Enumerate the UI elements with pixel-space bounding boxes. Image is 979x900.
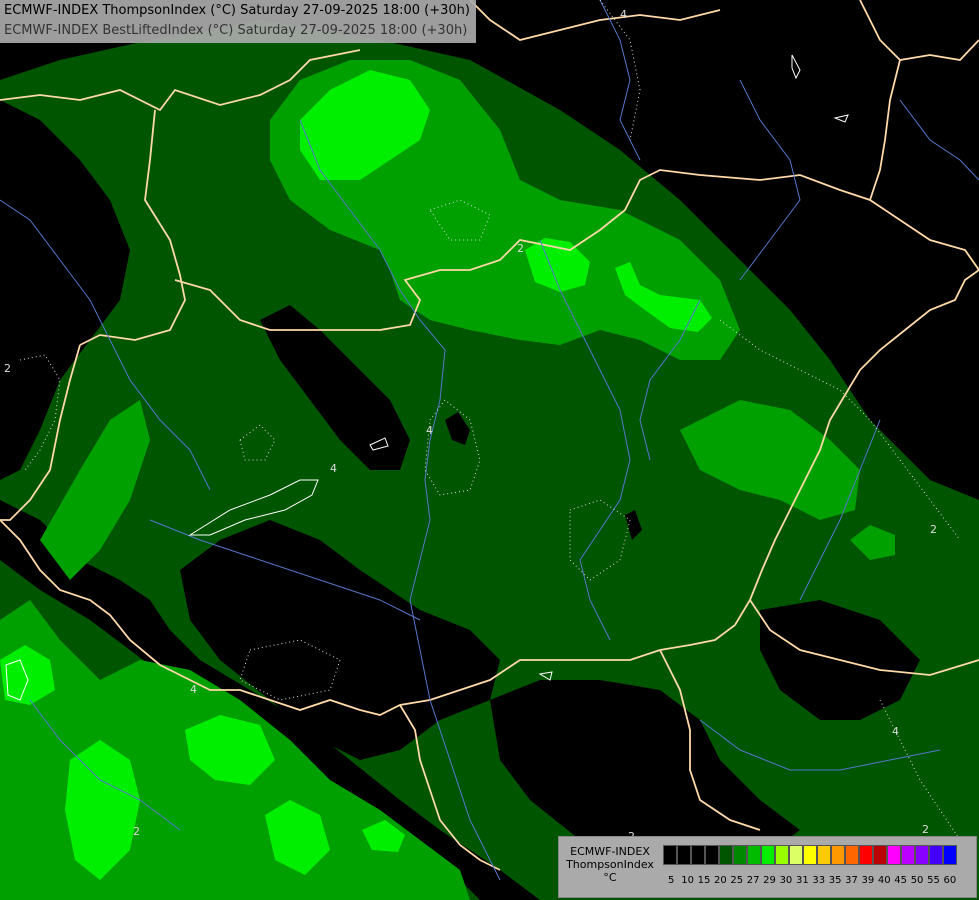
legend-tick-label: 37 [845, 875, 858, 886]
contour-label: 4 [892, 725, 899, 738]
legend-swatch [733, 845, 747, 865]
legend-tick-label: 31 [795, 875, 809, 886]
legend-tick-label: 40 [877, 875, 891, 886]
legend-tick-label: 35 [828, 875, 842, 886]
legend-ticks: 5 10 15 20 25 27 29 30 31 33 35 37 39 40 45 50 55 60 [663, 875, 958, 887]
map-title-box: ECMWF-INDEX ThompsonIndex (°C) Saturday … [0, 0, 476, 43]
legend-swatch [789, 845, 803, 865]
legend-tick-label: 50 [910, 875, 924, 886]
legend-tick-label: 39 [861, 875, 875, 886]
weather-map[interactable]: 2 4 4 4 2 2 4 2 2 2 4 [0, 0, 979, 900]
contour-label: 4 [330, 462, 337, 475]
legend-swatches [663, 845, 957, 865]
legend-swatch [747, 845, 761, 865]
contour-label: 2 [517, 242, 524, 255]
legend-swatch [943, 845, 957, 865]
legend-swatch [873, 845, 887, 865]
legend-swatch [831, 845, 845, 865]
legend-tick-label: 5 [668, 875, 675, 886]
legend-title-line-1: ECMWF-INDEX [570, 845, 650, 858]
contour-label: 2 [133, 825, 140, 838]
contour-label: 4 [620, 8, 627, 21]
legend-swatch [705, 845, 719, 865]
legend-tick-label: 45 [894, 875, 908, 886]
map-title-line-1: ECMWF-INDEX ThompsonIndex (°C) Saturday … [4, 3, 470, 18]
legend-tick-label: 60 [943, 875, 957, 886]
color-legend: ECMWF-INDEX ThompsonIndex °C 5 10 15 20 25 27… [558, 836, 977, 898]
legend-tick-label: 30 [779, 875, 793, 886]
legend-swatch [691, 845, 705, 865]
contour-label: 2 [4, 362, 11, 375]
legend-title: ECMWF-INDEX ThompsonIndex °C [559, 845, 661, 884]
legend-swatch [859, 845, 873, 865]
legend-swatch [803, 845, 817, 865]
legend-swatch [663, 845, 677, 865]
legend-swatch [677, 845, 691, 865]
legend-swatch [915, 845, 929, 865]
legend-tick-label: 29 [763, 875, 776, 886]
legend-tick-label: 55 [927, 875, 940, 886]
legend-tick-label: 27 [746, 875, 760, 886]
legend-tick-label: 20 [714, 875, 727, 886]
contour-label: 2 [922, 823, 929, 836]
legend-swatch [929, 845, 943, 865]
legend-tick-label: 10 [681, 875, 694, 886]
legend-swatch [901, 845, 915, 865]
legend-tick-label: 25 [730, 875, 744, 886]
map-viewer: 2 4 4 4 2 2 4 2 2 2 4 ECMWF-INDEX Thomps… [0, 0, 979, 900]
legend-tick-label: 33 [812, 875, 826, 886]
legend-swatch [845, 845, 859, 865]
contour-label: 4 [426, 424, 433, 437]
legend-swatch [775, 845, 789, 865]
contour-label: 2 [930, 523, 937, 536]
legend-unit: °C [603, 871, 617, 884]
legend-swatch [761, 845, 775, 865]
contour-label: 4 [190, 683, 197, 696]
legend-swatch [719, 845, 733, 865]
map-title-line-2: ECMWF-INDEX BestLiftedIndex (°C) Saturda… [4, 23, 468, 38]
legend-swatch [817, 845, 831, 865]
legend-title-line-2: ThompsonIndex [566, 858, 654, 871]
legend-swatch [887, 845, 901, 865]
legend-tick-label: 15 [697, 875, 711, 886]
